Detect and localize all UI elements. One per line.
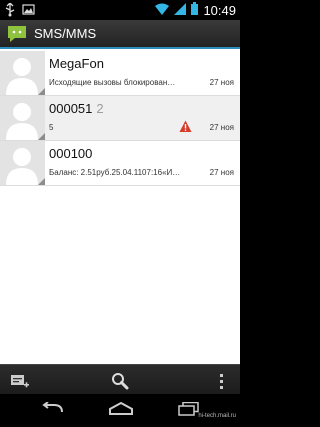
message-date: 27 ноя: [209, 123, 234, 132]
home-icon[interactable]: [108, 401, 134, 421]
bottom-toolbar: [0, 364, 240, 394]
conversation-list: MegaFon Исходящие вызовы блокирован… 27 …: [0, 51, 240, 186]
avatar[interactable]: [0, 141, 45, 185]
message-snippet: Исходящие вызовы блокирован…: [49, 78, 176, 87]
message-count: 2: [96, 101, 104, 116]
navigation-bar: hi-tech.mail.ru: [0, 394, 240, 427]
messaging-app-icon[interactable]: [6, 23, 28, 45]
error-warning-icon: [179, 120, 192, 133]
search-icon[interactable]: [110, 371, 130, 391]
conversation-item-megafon[interactable]: MegaFon Исходящие вызовы блокирован… 27 …: [0, 51, 240, 96]
status-time: 10:49: [203, 3, 236, 18]
app-title: SMS/MMS: [34, 26, 97, 41]
message-snippet: Баланс: 2.51руб.25.04.1107:16«И…: [49, 168, 181, 177]
contact-name: MegaFon: [49, 56, 104, 71]
avatar[interactable]: [0, 51, 45, 95]
status-bar: 10:49: [0, 0, 240, 20]
overflow-menu-icon[interactable]: [212, 371, 232, 391]
screen: 10:49 SMS/MMS MegaFon Исходящие вызовы б…: [0, 0, 240, 427]
wifi-icon: [155, 2, 170, 20]
contact-name: 000051 2: [49, 101, 104, 116]
action-bar: SMS/MMS: [0, 20, 240, 49]
battery-icon: [191, 2, 199, 20]
back-icon[interactable]: [40, 401, 64, 421]
compose-icon[interactable]: [10, 371, 30, 391]
conversation-item-000100[interactable]: 000100 Баланс: 2.51руб.25.04.1107:16«И… …: [0, 141, 240, 186]
message-date: 27 ноя: [209, 168, 234, 177]
message-snippet: 5: [49, 123, 54, 132]
signal-icon: [174, 2, 187, 20]
contact-name: 000100: [49, 146, 93, 161]
message-date: 27 ноя: [209, 78, 234, 87]
watermark: hi-tech.mail.ru: [198, 413, 236, 419]
conversation-item-000051[interactable]: 000051 2 5 27 ноя: [0, 96, 240, 141]
avatar[interactable]: [0, 96, 45, 140]
recent-apps-icon[interactable]: [178, 401, 200, 421]
